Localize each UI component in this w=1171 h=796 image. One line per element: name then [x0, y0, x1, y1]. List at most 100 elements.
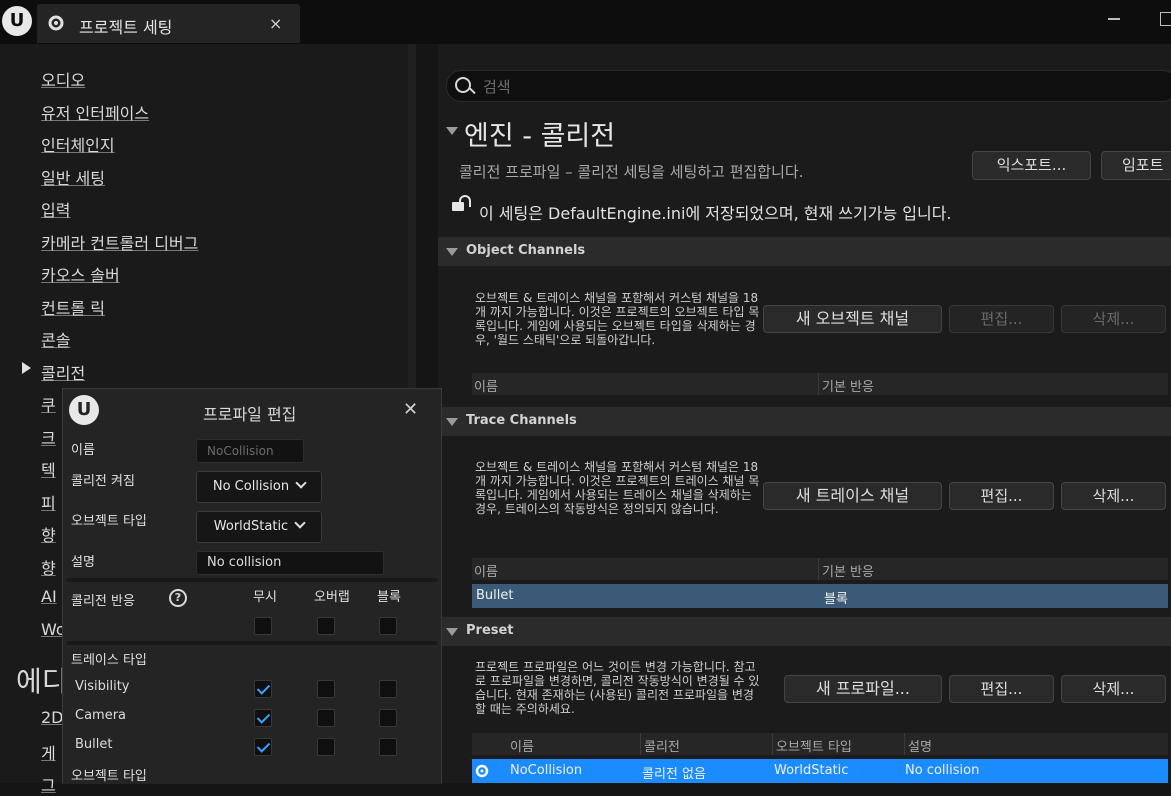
- preset-description: No collision: [905, 763, 980, 778]
- help-icon[interactable]: ?: [169, 589, 187, 607]
- description-field[interactable]: No collision: [196, 551, 384, 575]
- sidebar-item[interactable]: 쿠: [41, 392, 56, 416]
- maximize-icon[interactable]: [1160, 12, 1171, 26]
- object-type-label: 오브젝트 타입: [71, 514, 147, 529]
- tab-close-icon[interactable]: ×: [269, 14, 282, 33]
- camera-block-checkbox[interactable]: [379, 709, 397, 727]
- dropdown-value: No Collision: [212, 479, 290, 494]
- visibility-block-checkbox[interactable]: [379, 680, 397, 698]
- collapse-arrow-icon[interactable]: [446, 127, 458, 135]
- sidebar-item[interactable]: 크: [41, 425, 56, 449]
- sidebar-item[interactable]: 그: [41, 772, 56, 796]
- name-field: NoCollision: [196, 439, 304, 463]
- sidebar-item-general[interactable]: 일반 세팅: [41, 165, 105, 189]
- new-trace-channel-button[interactable]: 새 트레이스 채널: [763, 482, 942, 510]
- sidebar-item-control-rig[interactable]: 컨트롤 릭: [41, 295, 105, 319]
- preset-collision: 콜리전 없음: [642, 767, 706, 782]
- config-status-text: 이 세팅은 DefaultEngine.ini에 저장되었으며, 현재 쓰기가능…: [479, 204, 952, 223]
- collision-enabled-label: 콜리전 켜짐: [71, 474, 135, 489]
- visibility-overlap-checkbox[interactable]: [317, 680, 335, 698]
- response-all-ignore-checkbox[interactable]: [254, 617, 272, 635]
- bullet-ignore-checkbox[interactable]: [254, 738, 272, 756]
- edit-object-channel-button[interactable]: 편집...: [949, 305, 1054, 333]
- section-title: Preset: [466, 623, 514, 638]
- sidebar-item-user-interface[interactable]: 유저 인터페이스: [41, 100, 149, 124]
- sidebar-item-ai[interactable]: AI: [41, 587, 57, 606]
- sidebar-item[interactable]: 향: [41, 522, 56, 546]
- search-input[interactable]: [481, 75, 1165, 99]
- object-type-dropdown[interactable]: WorldStatic: [196, 511, 322, 543]
- column-name: 이름: [510, 740, 534, 755]
- trace-channel-response: 블록: [824, 592, 848, 607]
- sidebar-item-audio[interactable]: 오디오: [41, 67, 85, 91]
- edit-profile-button[interactable]: 편집...: [949, 675, 1054, 703]
- response-all-block-checkbox[interactable]: [379, 617, 397, 635]
- close-icon[interactable]: ✕: [403, 399, 418, 420]
- name-label: 이름: [71, 443, 95, 458]
- unreal-logo-icon: U: [69, 395, 99, 425]
- column-name: 이름: [474, 565, 498, 580]
- profile-gear-icon: [475, 764, 489, 778]
- column-separator: [640, 733, 641, 755]
- sidebar-item-chaos-solver[interactable]: 카오스 솔버: [41, 262, 120, 286]
- trace-row-label: Visibility: [75, 679, 130, 694]
- sidebar-item[interactable]: 게: [41, 740, 56, 764]
- bullet-overlap-checkbox[interactable]: [317, 738, 335, 756]
- delete-trace-channel-button[interactable]: 삭제...: [1061, 482, 1166, 510]
- section-preset[interactable]: Preset: [438, 617, 1171, 646]
- sidebar-section-header: 에디: [16, 665, 68, 698]
- new-object-channel-button[interactable]: 새 오브젝트 채널: [763, 305, 942, 333]
- column-default-response: 기본 반응: [822, 380, 874, 395]
- delete-profile-button[interactable]: 삭제...: [1061, 675, 1166, 703]
- sidebar-item-interchange[interactable]: 인터체인지: [41, 132, 115, 156]
- tab-project-settings[interactable]: 프로젝트 세팅 ×: [37, 4, 300, 43]
- visibility-ignore-checkbox[interactable]: [254, 680, 272, 698]
- bullet-block-checkbox[interactable]: [379, 738, 397, 756]
- sidebar-item-input[interactable]: 입력: [41, 197, 70, 221]
- page-title: 엔진 - 콜리전: [464, 121, 616, 152]
- sidebar-selected-arrow-icon: [22, 362, 31, 374]
- settings-gear-icon: [48, 15, 64, 31]
- collision-enabled-dropdown[interactable]: No Collision: [196, 471, 322, 503]
- chevron-down-icon: [294, 517, 306, 529]
- response-all-overlap-checkbox[interactable]: [317, 617, 335, 635]
- sidebar-item-camera-debug[interactable]: 카메라 컨트롤러 디버그: [41, 230, 198, 254]
- sidebar-item[interactable]: 피: [41, 490, 56, 514]
- column-collision: 콜리전: [644, 740, 680, 755]
- delete-object-channel-button[interactable]: 삭제...: [1061, 305, 1166, 333]
- export-button[interactable]: 익스포트...: [972, 151, 1091, 180]
- table-row[interactable]: Bullet 블록: [472, 584, 1168, 608]
- edit-trace-channel-button[interactable]: 편집...: [949, 482, 1054, 510]
- column-description: 설명: [908, 740, 932, 755]
- table-row[interactable]: NoCollision 콜리전 없음 WorldStatic No collis…: [472, 759, 1168, 783]
- minimize-icon[interactable]: [1108, 18, 1120, 20]
- chevron-down-icon: [295, 477, 307, 489]
- tab-label: 프로젝트 세팅: [79, 18, 173, 37]
- search-box[interactable]: [446, 70, 1171, 102]
- divider: [67, 641, 437, 645]
- collapse-arrow-icon: [446, 248, 458, 256]
- trace-row-label: Bullet: [75, 737, 113, 752]
- section-trace-channels[interactable]: Trace Channels: [438, 407, 1171, 436]
- trace-row-label: Camera: [75, 708, 127, 723]
- import-button[interactable]: 임포트: [1101, 151, 1171, 180]
- sidebar-item-collision[interactable]: 콜리전: [41, 360, 85, 384]
- new-profile-button[interactable]: 새 프로파일...: [784, 675, 942, 703]
- sidebar-item[interactable]: 향: [41, 555, 56, 579]
- section-object-channels[interactable]: Object Channels: [438, 237, 1171, 266]
- column-object-type: 오브젝트 타입: [776, 740, 852, 755]
- camera-overlap-checkbox[interactable]: [317, 709, 335, 727]
- sidebar-item[interactable]: 텍: [41, 457, 56, 481]
- sidebar-item-console[interactable]: 콘솔: [41, 327, 70, 351]
- column-separator: [818, 558, 819, 580]
- column-separator: [772, 733, 773, 755]
- column-overlap: 오버랩: [314, 590, 350, 605]
- camera-ignore-checkbox[interactable]: [254, 709, 272, 727]
- object-channels-description: 오브젝트 & 트레이스 채널을 포함해서 커스텀 채널을 18 개 까지 가능합…: [475, 291, 760, 347]
- edit-profile-dialog: U 프로파일 편집 ✕ 이름 NoCollision 콜리전 켜짐 No Col…: [62, 388, 442, 784]
- collapse-arrow-icon: [446, 628, 458, 636]
- column-block: 블록: [377, 590, 401, 605]
- sidebar-item-2d[interactable]: 2D: [41, 708, 64, 727]
- unreal-logo-icon: U: [2, 6, 32, 36]
- unlock-icon[interactable]: [452, 202, 464, 211]
